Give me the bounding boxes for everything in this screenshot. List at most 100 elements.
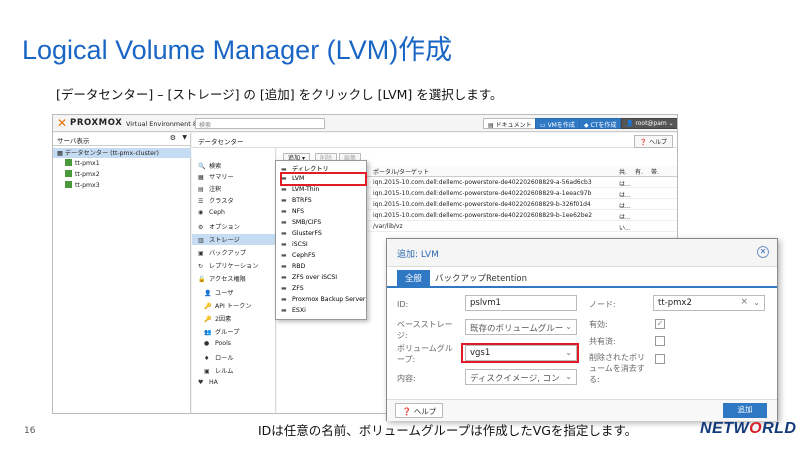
search-input[interactable]: 検索 [195, 118, 325, 129]
menu-item-replication[interactable]: ↻ レプリケーション [192, 260, 276, 271]
menu-item-ceph[interactable]: ◉ Ceph [192, 208, 276, 219]
search-icon: 🔍 [198, 163, 206, 170]
monitor-icon: ▭ [540, 122, 548, 129]
col-shared[interactable]: 共. [619, 167, 627, 176]
close-icon[interactable]: ✕ [757, 246, 769, 258]
page-number: 16 [24, 426, 36, 436]
menu-item-notes[interactable]: ▤ 注釈 [192, 183, 276, 194]
dropdown-item-smb[interactable]: ▬ SMB/CIFS [276, 218, 366, 229]
menu-item-users[interactable]: 👤 ユーザ [192, 287, 276, 298]
slide-subtitle: [データセンター] – [ストレージ] の [追加] をクリックし [LVM] … [56, 87, 503, 102]
menu-item-two-factor[interactable]: 🔑 2因素 [192, 313, 276, 324]
dropdown-item-nfs[interactable]: ▬ NFS [276, 207, 366, 218]
node-icon [65, 159, 72, 166]
add-lvm-dialog: 追加: LVM ✕ 全般 バックアップRetention ID: pslvm1 … [386, 238, 778, 421]
header-help-button[interactable]: ❓ ヘルプ [633, 135, 673, 148]
shared-checkbox[interactable] [655, 336, 665, 346]
chevron-down-icon: ⌄ [565, 322, 572, 331]
dialog-footer: ❓ ヘルプ 追加 [387, 399, 777, 421]
glusterfs-icon: ▬ [281, 230, 287, 237]
menu-item-ha[interactable]: ♥ HA [192, 378, 276, 389]
api-token-icon: 🔑 [204, 303, 212, 310]
col-bandwidth[interactable]: 帯. [651, 167, 659, 176]
dropdown-item-glusterfs[interactable]: ▬ GlusterFS [276, 229, 366, 240]
dropdown-item-cephfs[interactable]: ▬ CephFS [276, 251, 366, 262]
gear-icon[interactable]: ⚙ [170, 134, 176, 142]
dropdown-item-zfs[interactable]: ▬ ZFS [276, 284, 366, 295]
content-header: データセンター ❓ ヘルプ [192, 133, 677, 148]
menu-item-groups[interactable]: 👥 グループ [192, 326, 276, 337]
lvm-thin-icon: ▬ [281, 186, 287, 193]
menu-item-pools[interactable]: ● Pools [192, 339, 276, 350]
zfs-iscsi-icon: ▬ [281, 274, 287, 281]
rbd-icon: ▬ [281, 263, 287, 270]
replication-icon: ↻ [198, 263, 204, 270]
notes-icon: ▤ [198, 186, 204, 193]
user-menu-button[interactable]: 👤 root@pam ⌄ [621, 118, 677, 129]
cephfs-icon: ▬ [281, 252, 287, 259]
menu-item-permissions[interactable]: 🔓 アクセス権限 [192, 273, 276, 284]
dialog-help-button[interactable]: ❓ ヘルプ [395, 403, 444, 418]
col-target[interactable]: ポータル/ターゲット [373, 167, 429, 176]
wipe-removed-checkbox[interactable] [655, 354, 665, 364]
dropdown-item-pbs[interactable]: ▬ Proxmox Backup Server [276, 295, 366, 306]
col-enabled[interactable]: 有. [635, 167, 643, 176]
dialog-tabs: 全般 バックアップRetention [387, 268, 777, 288]
heart-icon: ♥ [198, 379, 204, 386]
dropdown-item-esxi[interactable]: ▬ ESXi [276, 306, 366, 317]
dropdown-item-btrfs[interactable]: ▬ BTRFS [276, 196, 366, 207]
create-ct-button[interactable]: ◆ CTを作成 [579, 118, 622, 129]
menu-item-options[interactable]: ⚙ オプション [192, 221, 276, 232]
datacenter-menu: 🔍 検索 ▦ サマリー ▤ 注釈 ☰ クラスタ ◉ Ceph ⚙ オプション ▥ ストレージ … [192, 148, 276, 413]
chevron-down-icon: ▼ [182, 134, 187, 141]
resource-tree: ▦ データセンター (tt-pmx-cluster) tt-pmx1 tt-pm… [53, 146, 191, 413]
nfs-icon: ▬ [281, 208, 287, 215]
node-icon [65, 170, 72, 177]
shared-label: 共有済: [589, 337, 616, 346]
tree-item-node[interactable]: tt-pmx1 [65, 159, 100, 169]
menu-item-roles[interactable]: ♦ ロール [192, 352, 276, 363]
tab-backup-retention[interactable]: バックアップRetention [427, 270, 535, 286]
dropdown-item-iscsi[interactable]: ▬ iSCSI [276, 240, 366, 251]
content-select[interactable]: ディスクイメージ, コン ⌄ [465, 369, 577, 385]
menu-item-api-tokens[interactable]: 🔑 API トークン [192, 300, 276, 311]
menu-item-storage[interactable]: ▥ ストレージ [192, 234, 276, 245]
help-icon: ❓ [639, 139, 648, 146]
node-select[interactable]: tt-pmx2 × ⌄ [653, 295, 765, 311]
dropdown-item-lvm-thin[interactable]: ▬ LVM-Thin [276, 185, 366, 196]
base-storage-select[interactable]: 既存のボリュームグルー ⌄ [465, 319, 577, 335]
brand-name: PROXMOX [70, 118, 123, 128]
menu-item-cluster[interactable]: ☰ クラスタ [192, 195, 276, 206]
datacenter-icon: ▦ [57, 150, 65, 157]
enabled-checkbox[interactable]: ✓ [655, 319, 665, 329]
realm-icon: ▣ [204, 368, 210, 375]
menu-item-summary[interactable]: ▦ サマリー [192, 171, 276, 182]
documentation-button[interactable]: ▤ ドキュメント [483, 118, 537, 129]
volume-group-highlight-box [461, 343, 579, 363]
dropdown-item-rbd[interactable]: ▬ RBD [276, 262, 366, 273]
menu-item-realms[interactable]: ▣ レルム [192, 365, 276, 376]
tab-general[interactable]: 全般 [397, 270, 431, 286]
dropdown-item-zfs-iscsi[interactable]: ▬ ZFS over iSCSI [276, 273, 366, 284]
slide: Logical Volume Manager (LVM)作成 [データセンター]… [0, 0, 800, 450]
content-label: 内容: [397, 374, 416, 383]
dialog-add-button[interactable]: 追加 [723, 403, 767, 418]
menu-item-search[interactable]: 🔍 検索 [192, 160, 276, 171]
tree-item-datacenter[interactable]: ▦ データセンター (tt-pmx-cluster) [53, 148, 191, 158]
role-icon: ♦ [204, 355, 210, 362]
id-field[interactable]: pslvm1 [465, 295, 577, 311]
summary-icon: ▦ [198, 174, 204, 181]
tree-item-node[interactable]: tt-pmx3 [65, 181, 100, 191]
user-icon: 👤 [626, 120, 636, 127]
create-vm-button[interactable]: ▭ VMを作成 [535, 118, 580, 129]
id-label: ID: [397, 300, 409, 309]
tree-item-node[interactable]: tt-pmx2 [65, 170, 100, 180]
slide-title: Logical Volume Manager (LVM)作成 [22, 35, 453, 65]
clear-icon[interactable]: × [740, 297, 748, 307]
menu-item-backup[interactable]: ▣ バックアップ [192, 247, 276, 258]
node-label: ノード: [589, 300, 616, 309]
view-selector[interactable]: サーバ表示 ⚙ ▼ [53, 133, 191, 146]
zfs-icon: ▬ [281, 285, 287, 292]
base-storage-label: ベースストレー ジ: [397, 320, 453, 340]
pools-icon: ● [204, 340, 210, 347]
